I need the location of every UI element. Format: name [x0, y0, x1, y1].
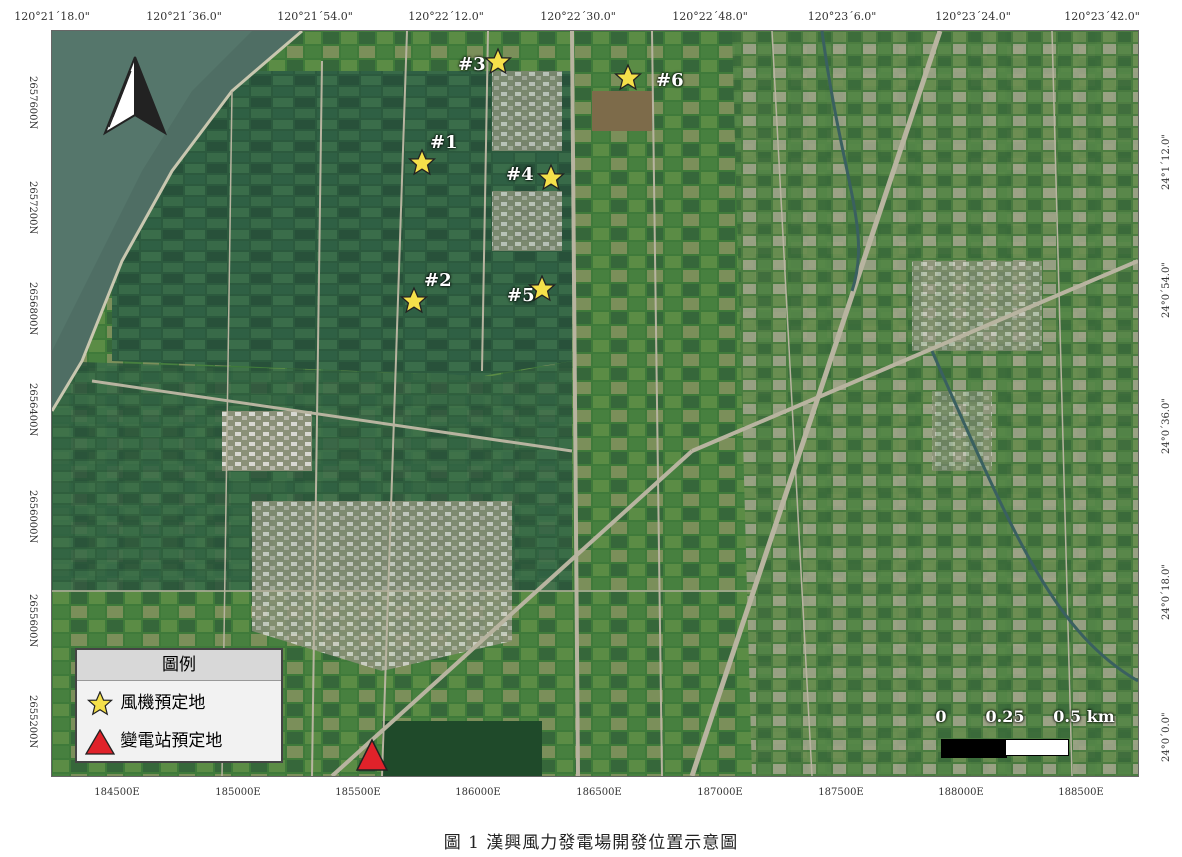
turbine-label: #1 — [430, 132, 458, 153]
turbine-star-icon — [613, 63, 643, 91]
legend: 圖例 風機預定地 變電站預定地 — [75, 648, 283, 763]
legend-turbine-row: 風機預定地 — [85, 688, 205, 717]
legend-substation-row: 變電站預定地 — [84, 726, 223, 755]
scale-bar-black — [941, 739, 1007, 758]
figure-caption: 圖 1 漢興風力發電場開發位置示意圖 — [443, 833, 739, 853]
turbine-label: #5 — [507, 285, 535, 306]
turbine-star-icon — [399, 286, 429, 314]
turbine-label: #6 — [656, 70, 684, 91]
scale-bar-white — [1005, 739, 1069, 756]
substation-triangle-icon — [355, 738, 389, 771]
turbine-star-icon — [483, 47, 513, 75]
triangle-icon — [84, 728, 116, 755]
turbine-star-icon — [407, 148, 437, 176]
star-icon — [86, 689, 114, 716]
legend-substation-label: 變電站預定地 — [120, 731, 223, 751]
scale-zero-label: 0 — [935, 707, 947, 726]
turbine-label: #4 — [506, 164, 534, 185]
turbine-label: #3 — [458, 54, 486, 75]
legend-title: 圖例 — [77, 650, 281, 681]
legend-turbine-label: 風機預定地 — [120, 693, 206, 713]
turbine-label: #2 — [424, 270, 452, 291]
turbine-star-icon — [536, 163, 566, 191]
scale-mid-label: 0.25 — [985, 707, 1025, 726]
scale-end-label: 0.5 km — [1053, 707, 1115, 726]
